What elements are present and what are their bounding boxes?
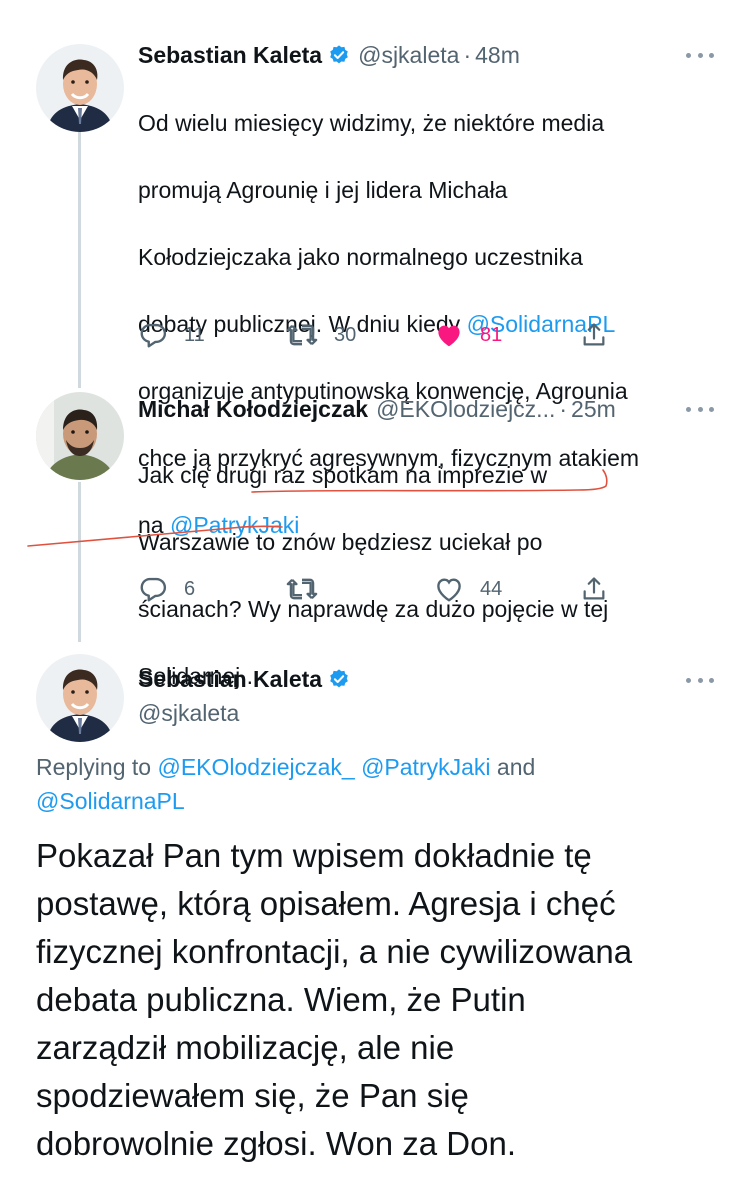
verified-badge-icon xyxy=(328,668,350,690)
author-name[interactable]: Sebastian Kaleta xyxy=(138,666,322,693)
avatar[interactable] xyxy=(36,392,124,480)
reply-button[interactable]: 6 xyxy=(138,572,195,606)
more-icon[interactable] xyxy=(686,50,714,60)
tweet-line: zarządził mobilizację, ale nie xyxy=(36,1029,455,1066)
tweet-2[interactable]: Michał Kołodziejczak @EKOlodziejcz... · … xyxy=(0,392,748,689)
separator-dot: · xyxy=(559,395,568,422)
like-icon xyxy=(438,325,460,347)
like-button[interactable]: 81 xyxy=(434,318,502,352)
tweet-actions: 6 44 xyxy=(138,572,618,606)
mention-link[interactable]: @SolidarnaPL xyxy=(36,788,185,814)
tweet-text: Pokazał Pan tym wpisem dokładnie tę post… xyxy=(36,832,726,1168)
author-name[interactable]: Sebastian Kaleta xyxy=(138,42,322,69)
tweet-line: Od wielu miesięcy widzimy, że niektóre m… xyxy=(138,109,605,136)
tweet-line: dobrowolnie zgłosi. Won za Don. xyxy=(36,1125,516,1162)
reply-icon xyxy=(140,577,167,602)
tweet-line: Kołodziejczaka jako normalnego uczestnik… xyxy=(138,243,583,270)
author-handle[interactable]: @EKOlodziejcz... xyxy=(376,396,555,423)
replying-to: Replying to @EKOlodziejczak_ @PatrykJaki… xyxy=(36,754,536,814)
author-handle[interactable]: @sjkaleta xyxy=(358,42,459,69)
more-icon[interactable] xyxy=(686,404,714,414)
reply-button[interactable]: 11 xyxy=(138,318,205,352)
tweet-actions: 11 30 81 xyxy=(138,318,618,352)
tweet-line: promują Agrounię i jej lidera Michała xyxy=(138,176,508,203)
tweet-line: postawę, którą opisałem. Agresja i chęć xyxy=(36,885,616,922)
retweet-button[interactable]: 30 xyxy=(286,318,356,352)
share-button[interactable] xyxy=(580,318,608,352)
tweet-line: Pokazał Pan tym wpisem dokładnie tę xyxy=(36,837,592,874)
tweet-line: Warszawie to znów będziesz uciekał po xyxy=(138,528,543,555)
tweet-1[interactable]: Sebastian Kaleta @sjkaleta · 48m Od wiel… xyxy=(0,38,748,538)
retweet-icon xyxy=(286,578,318,600)
focused-reply-tweet[interactable]: Sebastian Kaleta @sjkaleta Replying to @… xyxy=(0,650,748,1190)
reply-count: 11 xyxy=(184,323,205,346)
share-icon xyxy=(583,577,605,600)
avatar[interactable] xyxy=(36,654,124,742)
separator-dot: · xyxy=(463,41,472,68)
tweet-line: debata publiczna. Wiem, że Putin xyxy=(36,981,526,1018)
verified-badge-icon xyxy=(328,44,350,66)
tweet-line: Jak cię drugi raz spotkam na imprezie w xyxy=(138,461,548,488)
more-icon[interactable] xyxy=(686,675,714,685)
avatar[interactable] xyxy=(36,44,124,132)
author-handle[interactable]: @sjkaleta xyxy=(138,700,239,727)
timestamp[interactable]: 25m xyxy=(571,396,616,423)
retweet-count: 30 xyxy=(334,323,357,346)
retweet-button[interactable] xyxy=(286,572,318,606)
tweet-line: fizycznej konfrontacji, a nie cywilizowa… xyxy=(36,933,633,970)
like-button[interactable]: 44 xyxy=(434,572,502,606)
share-button[interactable] xyxy=(580,572,608,606)
retweet-icon xyxy=(286,324,318,346)
reply-count: 6 xyxy=(184,577,196,600)
mention-link[interactable]: @PatrykJaki xyxy=(361,754,490,780)
like-icon xyxy=(437,578,461,602)
author-name[interactable]: Michał Kołodziejczak xyxy=(138,396,368,423)
reply-icon xyxy=(140,323,167,348)
like-count: 44 xyxy=(480,577,503,600)
like-count: 81 xyxy=(480,323,503,346)
timestamp[interactable]: 48m xyxy=(475,42,520,69)
share-icon xyxy=(583,323,605,346)
mention-link[interactable]: @EKOlodziejczak_ xyxy=(157,754,354,780)
tweet-line: spodziewałem się, że Pan się xyxy=(36,1077,469,1114)
